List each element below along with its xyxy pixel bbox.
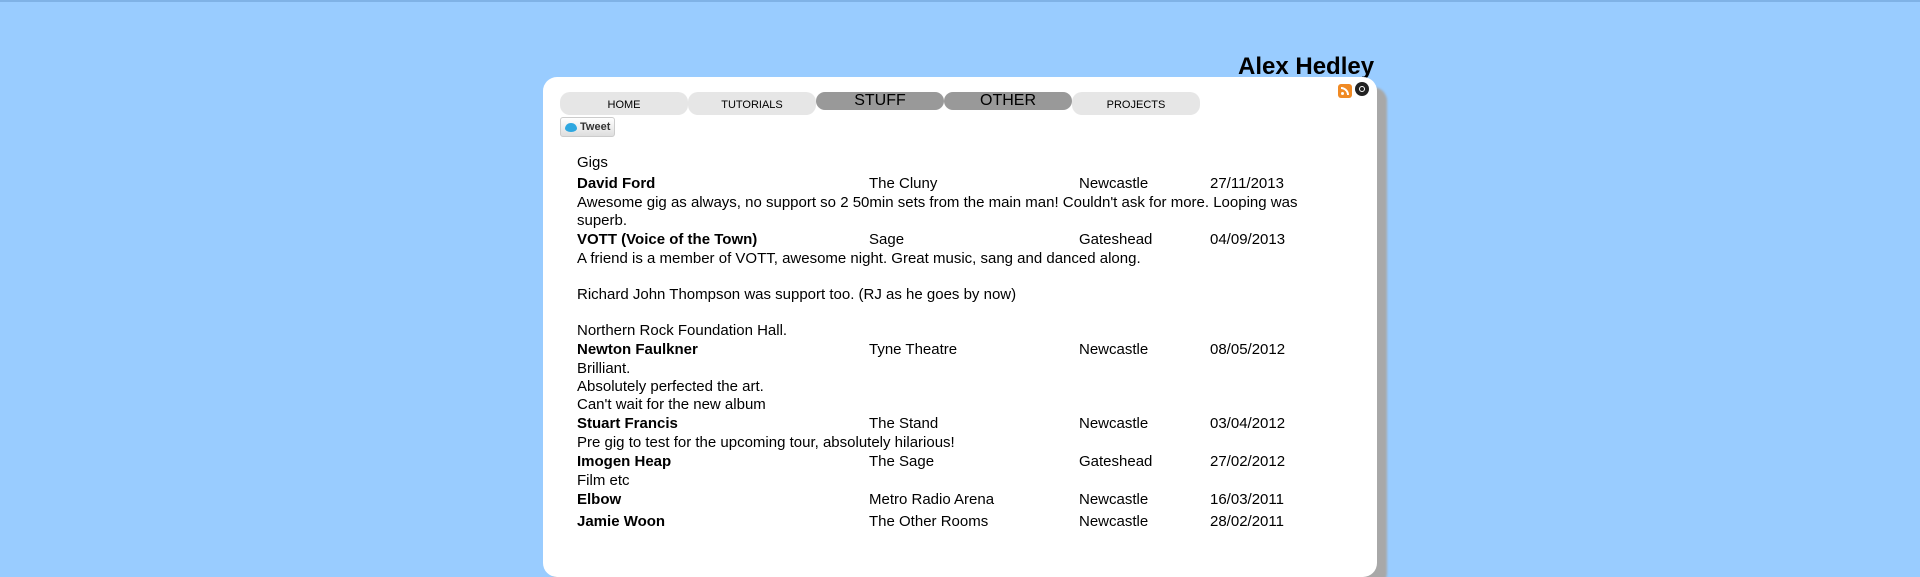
gig-note: Awesome gig as always, no support so 2 5… <box>577 194 1298 229</box>
gig-row: Newton Faulkner Tyne Theatre Newcastle 0… <box>577 340 1337 360</box>
gig-city: Gateshead <box>1079 231 1153 248</box>
gig-city: Newcastle <box>1079 341 1149 358</box>
gig-city: Newcastle <box>1079 175 1149 192</box>
gig-date: 08/05/2012 <box>1210 341 1286 358</box>
tab-stuff[interactable]: STUFF <box>816 92 944 110</box>
feed-icons <box>1338 82 1369 98</box>
gig-row: VOTT (Voice of the Town) Sage Gateshead … <box>577 230 1337 250</box>
gig-date: 27/11/2013 <box>1210 175 1284 192</box>
gig-note: Richard John Thompson was support too. (… <box>577 286 1017 303</box>
gig-note: Northern Rock Foundation Hall. <box>577 322 788 339</box>
top-border <box>0 0 1920 2</box>
twitter-bird-icon <box>565 122 577 132</box>
gig-artist: Imogen Heap <box>577 453 672 470</box>
gig-city: Newcastle <box>1079 491 1149 508</box>
tab-home[interactable]: HOME <box>560 92 688 115</box>
rss-icon[interactable] <box>1338 84 1352 98</box>
gig-city: Newcastle <box>1079 513 1149 530</box>
gig-date: 04/09/2013 <box>1210 231 1286 248</box>
gig-note: Pre gig to test for the upcoming tour, a… <box>577 434 955 451</box>
gig-venue: Tyne Theatre <box>869 341 958 358</box>
gig-venue: The Other Rooms <box>869 513 989 530</box>
gig-notes: Film etc <box>577 472 1337 490</box>
gig-artist: Jamie Woon <box>577 513 666 530</box>
gig-note: Absolutely perfected the art. <box>577 378 764 395</box>
gig-notes: Brilliant. Absolutely perfected the art.… <box>577 360 1337 414</box>
gig-notes: Pre gig to test for the upcoming tour, a… <box>577 434 1337 452</box>
gig-notes: A friend is a member of VOTT, awesome ni… <box>577 250 1337 340</box>
gig-artist: Elbow <box>577 491 622 508</box>
gig-city: Newcastle <box>1079 415 1149 432</box>
gig-venue: The Cluny <box>869 175 938 192</box>
gig-note: Film etc <box>577 472 630 489</box>
main-panel: HOME TUTORIALS STUFF OTHER PROJECTS Twee… <box>543 77 1377 577</box>
gig-row: Jamie Woon The Other Rooms Newcastle 28/… <box>577 512 1337 532</box>
gig-row: Elbow Metro Radio Arena Newcastle 16/03/… <box>577 490 1337 510</box>
tweet-button[interactable]: Tweet <box>560 117 616 137</box>
disc-icon[interactable] <box>1355 82 1369 96</box>
tab-tutorials[interactable]: TUTORIALS <box>688 92 816 115</box>
gig-note: A friend is a member of VOTT, awesome ni… <box>577 250 1141 267</box>
gig-venue: Sage <box>869 231 905 248</box>
main-nav: HOME TUTORIALS STUFF OTHER PROJECTS <box>560 92 1200 115</box>
section-title: Gigs <box>577 154 608 171</box>
gig-date: 16/03/2011 <box>1210 491 1284 508</box>
gig-row: Imogen Heap The Sage Gateshead 27/02/201… <box>577 452 1337 472</box>
gig-venue: Metro Radio Arena <box>869 491 995 508</box>
gig-row: David Ford The Cluny Newcastle 27/11/201… <box>577 174 1337 194</box>
gig-row: Stuart Francis The Stand Newcastle 03/04… <box>577 414 1337 434</box>
gig-note: Brilliant. <box>577 360 631 377</box>
gig-notes: Awesome gig as always, no support so 2 5… <box>577 194 1337 230</box>
gig-venue: The Sage <box>869 453 935 470</box>
gig-date: 27/02/2012 <box>1210 453 1286 470</box>
gig-date: 28/02/2011 <box>1210 513 1284 530</box>
gigs-content: Gigs David Ford The Cluny Newcastle 27/1… <box>577 154 1337 532</box>
gig-artist: Newton Faulkner <box>577 341 698 358</box>
gig-artist: David Ford <box>577 175 656 192</box>
gig-note: Can't wait for the new album <box>577 396 766 413</box>
tab-other[interactable]: OTHER <box>944 92 1072 110</box>
tab-projects[interactable]: PROJECTS <box>1072 92 1200 115</box>
gig-city: Gateshead <box>1079 453 1153 470</box>
tweet-label: Tweet <box>580 121 611 133</box>
gig-artist: Stuart Francis <box>577 415 678 432</box>
gig-venue: The Stand <box>869 415 939 432</box>
gig-date: 03/04/2012 <box>1210 415 1286 432</box>
gig-artist: VOTT (Voice of the Town) <box>577 231 758 248</box>
